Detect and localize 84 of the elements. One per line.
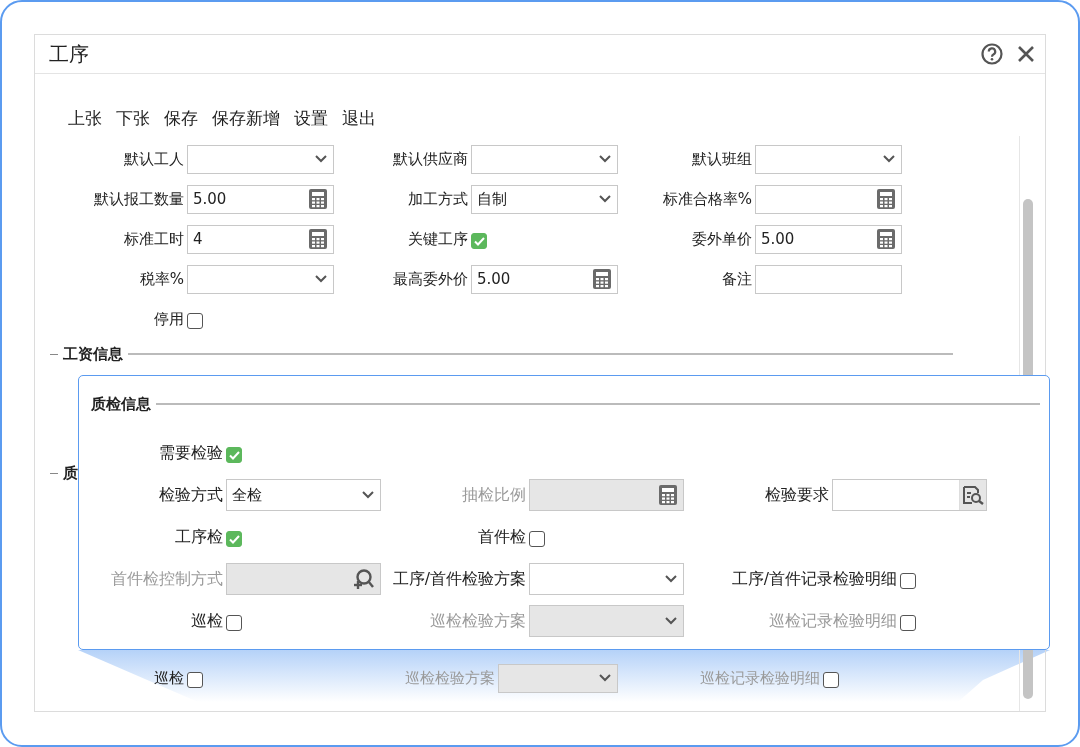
checkmark-icon (228, 450, 240, 460)
field-label: 巡检检验方案 (405, 668, 495, 688)
close-button[interactable] (1017, 45, 1035, 63)
checkmark-icon (473, 236, 485, 246)
checkbox[interactable] (226, 615, 242, 631)
field-label: 税率% (139, 269, 184, 289)
section-title: 质 (63, 463, 78, 483)
field-label: 委外单价 (692, 229, 752, 249)
close-icon (1017, 45, 1035, 63)
number-field[interactable]: 5.00 (755, 224, 902, 254)
dropdown-field[interactable]: 自制 (471, 184, 618, 214)
toolbar-button[interactable]: 保存新增 (212, 107, 280, 130)
dialog-title: 工序 (49, 40, 89, 68)
field-label: 巡检 (154, 668, 184, 688)
section-title: 质检信息 (91, 394, 151, 414)
checkbox[interactable] (226, 447, 242, 463)
field-label: 巡检记录检验明细 (769, 610, 897, 632)
field-label: 工序/首件检验方案 (392, 568, 526, 590)
text-field[interactable] (755, 264, 902, 294)
field-label: 抽检比例 (462, 484, 526, 506)
field-label: 首件检控制方式 (111, 568, 223, 590)
field-label: 工序检 (175, 526, 223, 548)
calculator-icon (309, 189, 327, 209)
field-label: 最高委外价 (393, 269, 468, 289)
field-label: 停用 (154, 309, 184, 329)
field-label: 检验要求 (765, 484, 829, 506)
magnifier-plus-icon (352, 568, 374, 590)
field-label: 需要检验 (159, 442, 223, 464)
toolbar-button[interactable]: 上张 (68, 107, 102, 130)
number-field[interactable] (755, 184, 902, 214)
checkbox[interactable] (187, 672, 203, 688)
help-icon (981, 43, 1003, 65)
field-label: 加工方式 (408, 189, 468, 209)
field-label: 工序/首件记录检验明细 (731, 568, 897, 590)
field-label: 默认班组 (692, 149, 752, 169)
document-search-icon (962, 485, 984, 505)
number-field[interactable]: 5.00 (187, 184, 334, 214)
field-label: 备注 (722, 269, 752, 289)
field-label: 检验方式 (159, 484, 223, 506)
field-label: 巡检记录检验明细 (700, 668, 820, 688)
help-button[interactable] (981, 43, 1003, 65)
toolbar-button[interactable]: 下张 (116, 107, 150, 130)
calculator-icon (877, 229, 895, 249)
field-label: 首件检 (478, 526, 526, 548)
chevron-down-icon (665, 575, 677, 583)
number-field[interactable]: 4 (187, 224, 334, 254)
chevron-down-icon (883, 155, 895, 163)
checkbox[interactable] (900, 573, 916, 589)
field-label: 巡检检验方案 (430, 610, 526, 632)
dropdown-field[interactable] (187, 264, 334, 294)
field-label: 关键工序 (408, 229, 468, 249)
toolbar-button[interactable]: 保存 (164, 107, 198, 130)
dropdown-field[interactable] (755, 144, 902, 174)
field-label: 标准合格率% (662, 189, 752, 209)
checkbox[interactable] (226, 531, 242, 547)
checkmark-icon (228, 534, 240, 544)
field-label: 默认供应商 (393, 149, 468, 169)
chevron-down-icon (315, 155, 327, 163)
dropdown-field[interactable] (187, 144, 334, 174)
field-label: 标准工时 (124, 229, 184, 249)
chevron-down-icon (599, 674, 611, 682)
calculator-icon (877, 189, 895, 209)
chevron-down-icon (599, 195, 611, 203)
calculator-icon (309, 229, 327, 249)
calculator-icon (593, 269, 611, 289)
chevron-down-icon (599, 155, 611, 163)
checkbox[interactable] (187, 313, 203, 329)
checkbox[interactable] (471, 233, 487, 249)
chevron-down-icon (665, 617, 677, 625)
calculator-icon (659, 485, 677, 505)
section-title: 工资信息 (63, 344, 123, 364)
chevron-down-icon (362, 491, 374, 499)
toolbar-button[interactable]: 设置 (294, 107, 328, 130)
field-label: 巡检 (191, 610, 223, 632)
toolbar-button[interactable]: 退出 (342, 107, 376, 130)
field-label: 默认报工数量 (94, 189, 184, 209)
checkbox[interactable] (529, 531, 545, 547)
dropdown-field[interactable]: 全检 (226, 479, 381, 511)
dropdown-field[interactable] (529, 563, 684, 595)
number-field[interactable]: 5.00 (471, 264, 618, 294)
field-label: 默认工人 (124, 149, 184, 169)
dropdown-field[interactable] (471, 144, 618, 174)
lookup-field[interactable] (832, 479, 987, 511)
chevron-down-icon (315, 275, 327, 283)
